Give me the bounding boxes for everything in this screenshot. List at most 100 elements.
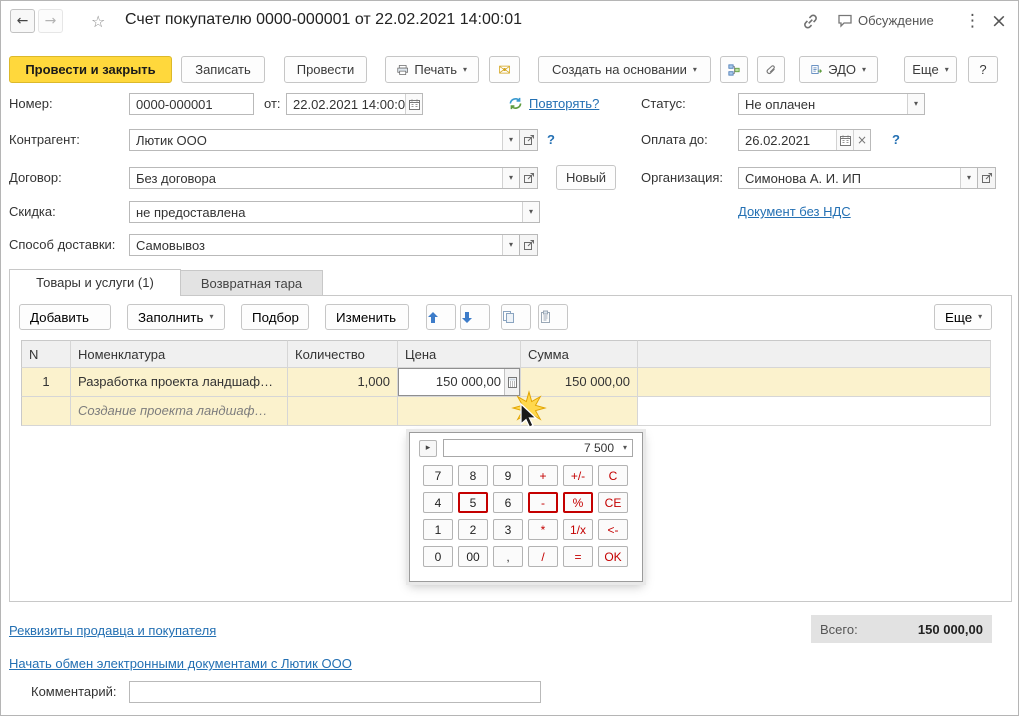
calc-key-clear-entry[interactable]: CE [598, 492, 628, 513]
calc-key-sign[interactable]: +/- [563, 465, 593, 486]
create-on-basis-button[interactable]: Создать на основании ▾ [538, 56, 711, 83]
cell-n[interactable] [21, 397, 71, 426]
calc-key-5[interactable]: 5 [458, 492, 488, 513]
calc-key-divide[interactable]: / [528, 546, 558, 567]
col-header-sum[interactable]: Сумма [521, 340, 638, 368]
cell-sum[interactable] [521, 397, 638, 426]
tab-returnable-packaging[interactable]: Возвратная тара [180, 270, 323, 296]
chevron-down-icon[interactable]: ▾ [502, 168, 519, 188]
table-row[interactable]: 1 Разработка проекта ландшаф… 1,000 150 … [21, 368, 991, 397]
counterparty-combo[interactable]: Лютик ООО ▾ [129, 129, 520, 151]
calc-key-00[interactable]: 00 [458, 546, 488, 567]
cell-content[interactable]: Создание проекта ландшаф… [71, 397, 288, 426]
clear-icon[interactable]: × [853, 130, 870, 150]
status-combo[interactable]: Не оплачен ▾ [738, 93, 925, 115]
related-documents-button[interactable] [720, 56, 748, 83]
calc-key-4[interactable]: 4 [423, 492, 453, 513]
organization-combo[interactable]: Симонова А. И. ИП ▾ [738, 167, 978, 189]
calculator-button[interactable] [504, 369, 519, 395]
copy-button[interactable] [501, 304, 531, 330]
no-vat-link[interactable]: Документ без НДС [738, 204, 851, 219]
requisites-link[interactable]: Реквизиты продавца и покупателя [9, 623, 216, 638]
calc-key-comma[interactable]: , [493, 546, 523, 567]
calc-key-1[interactable]: 1 [423, 519, 453, 540]
change-button[interactable]: Изменить [325, 304, 409, 330]
pay-until-input[interactable]: 26.02.2021 × [738, 129, 871, 151]
table-row[interactable]: Создание проекта ландшаф… [21, 397, 991, 426]
contract-combo[interactable]: Без договора ▾ [129, 167, 520, 189]
number-input[interactable]: 0000-000001 [129, 93, 254, 115]
repeat-link[interactable]: Повторять? [529, 96, 599, 111]
calc-key-0[interactable]: 0 [423, 546, 453, 567]
post-and-close-button[interactable]: Провести и закрыть [9, 56, 172, 83]
calc-key-plus[interactable]: + [528, 465, 558, 486]
add-row-button[interactable]: Добавить [19, 304, 111, 330]
tab-goods-services[interactable]: Товары и услуги (1) [9, 269, 181, 296]
counterparty-hint[interactable]: ? [547, 132, 555, 147]
cell-price[interactable] [398, 397, 521, 426]
cell-quantity[interactable] [288, 397, 398, 426]
chevron-down-icon[interactable]: ▾ [960, 168, 977, 188]
get-link-button[interactable] [802, 13, 819, 30]
col-header-n[interactable]: N [21, 340, 71, 368]
chevron-down-icon[interactable]: ▾ [522, 202, 539, 222]
col-header-price[interactable]: Цена [398, 340, 521, 368]
edo-button[interactable]: ЭДО ▾ [799, 56, 878, 83]
cell-price[interactable]: 150 000,00 [398, 368, 521, 397]
organization-open-button[interactable] [977, 167, 996, 189]
cell-sum[interactable]: 150 000,00 [521, 368, 638, 397]
paste-button[interactable] [538, 304, 568, 330]
close-icon[interactable]: × [991, 10, 1007, 32]
calc-key-backspace[interactable]: <- [598, 519, 628, 540]
chevron-down-icon[interactable]: ▾ [502, 235, 519, 255]
more-button[interactable]: Еще ▾ [904, 56, 957, 83]
calc-key-8[interactable]: 8 [458, 465, 488, 486]
calendar-icon[interactable] [836, 130, 853, 150]
repeat-button[interactable] [508, 96, 523, 114]
write-button[interactable]: Записать [181, 56, 265, 83]
cell-n[interactable]: 1 [21, 368, 71, 397]
calc-key-reciprocal[interactable]: 1/x [563, 519, 593, 540]
new-contract-button[interactable]: Новый [556, 165, 616, 190]
chevron-down-icon[interactable]: ▾ [907, 94, 924, 114]
discount-combo[interactable]: не предоставлена ▾ [129, 201, 540, 223]
calc-key-9[interactable]: 9 [493, 465, 523, 486]
delivery-combo[interactable]: Самовывоз ▾ [129, 234, 520, 256]
calc-key-percent[interactable]: % [563, 492, 593, 513]
print-button[interactable]: Печать ▾ [385, 56, 479, 83]
cell-quantity[interactable]: 1,000 [288, 368, 398, 397]
contract-open-button[interactable] [519, 167, 538, 189]
send-email-button[interactable]: ✉ [489, 56, 520, 83]
comment-input[interactable] [129, 681, 541, 703]
attachments-button[interactable] [757, 56, 785, 83]
calc-key-ok[interactable]: OK [598, 546, 628, 567]
move-up-button[interactable] [426, 304, 456, 330]
post-button[interactable]: Провести [284, 56, 367, 83]
calc-key-multiply[interactable]: * [528, 519, 558, 540]
calendar-icon[interactable] [405, 94, 422, 114]
calc-key-3[interactable]: 3 [493, 519, 523, 540]
calc-key-2[interactable]: 2 [458, 519, 488, 540]
pay-until-hint[interactable]: ? [892, 132, 900, 147]
move-down-button[interactable] [460, 304, 490, 330]
calc-display[interactable]: 7 500 ▾ [443, 439, 633, 457]
calc-key-6[interactable]: 6 [493, 492, 523, 513]
chevron-down-icon[interactable]: ▾ [502, 130, 519, 150]
favorite-star-icon[interactable]: ☆ [91, 12, 105, 31]
edi-exchange-link[interactable]: Начать обмен электронными документами с … [9, 656, 352, 671]
calc-key-minus[interactable]: - [528, 492, 558, 513]
delivery-open-button[interactable] [519, 234, 538, 256]
calc-key-clear[interactable]: C [598, 465, 628, 486]
grid-more-button[interactable]: Еще ▾ [934, 304, 992, 330]
calc-key-equals[interactable]: = [563, 546, 593, 567]
col-header-quantity[interactable]: Количество [288, 340, 398, 368]
col-header-nomenclature[interactable]: Номенклатура [71, 340, 288, 368]
date-input[interactable]: 22.02.2021 14:00:01 [286, 93, 423, 115]
calc-expand-button[interactable]: ▸ [419, 440, 437, 457]
discussion-button[interactable]: Обсуждение [837, 13, 934, 28]
counterparty-open-button[interactable] [519, 129, 538, 151]
help-button[interactable]: ? [968, 56, 998, 83]
calc-key-7[interactable]: 7 [423, 465, 453, 486]
cell-nomenclature[interactable]: Разработка проекта ландшаф… [71, 368, 288, 397]
back-button[interactable]: ← [10, 9, 35, 33]
